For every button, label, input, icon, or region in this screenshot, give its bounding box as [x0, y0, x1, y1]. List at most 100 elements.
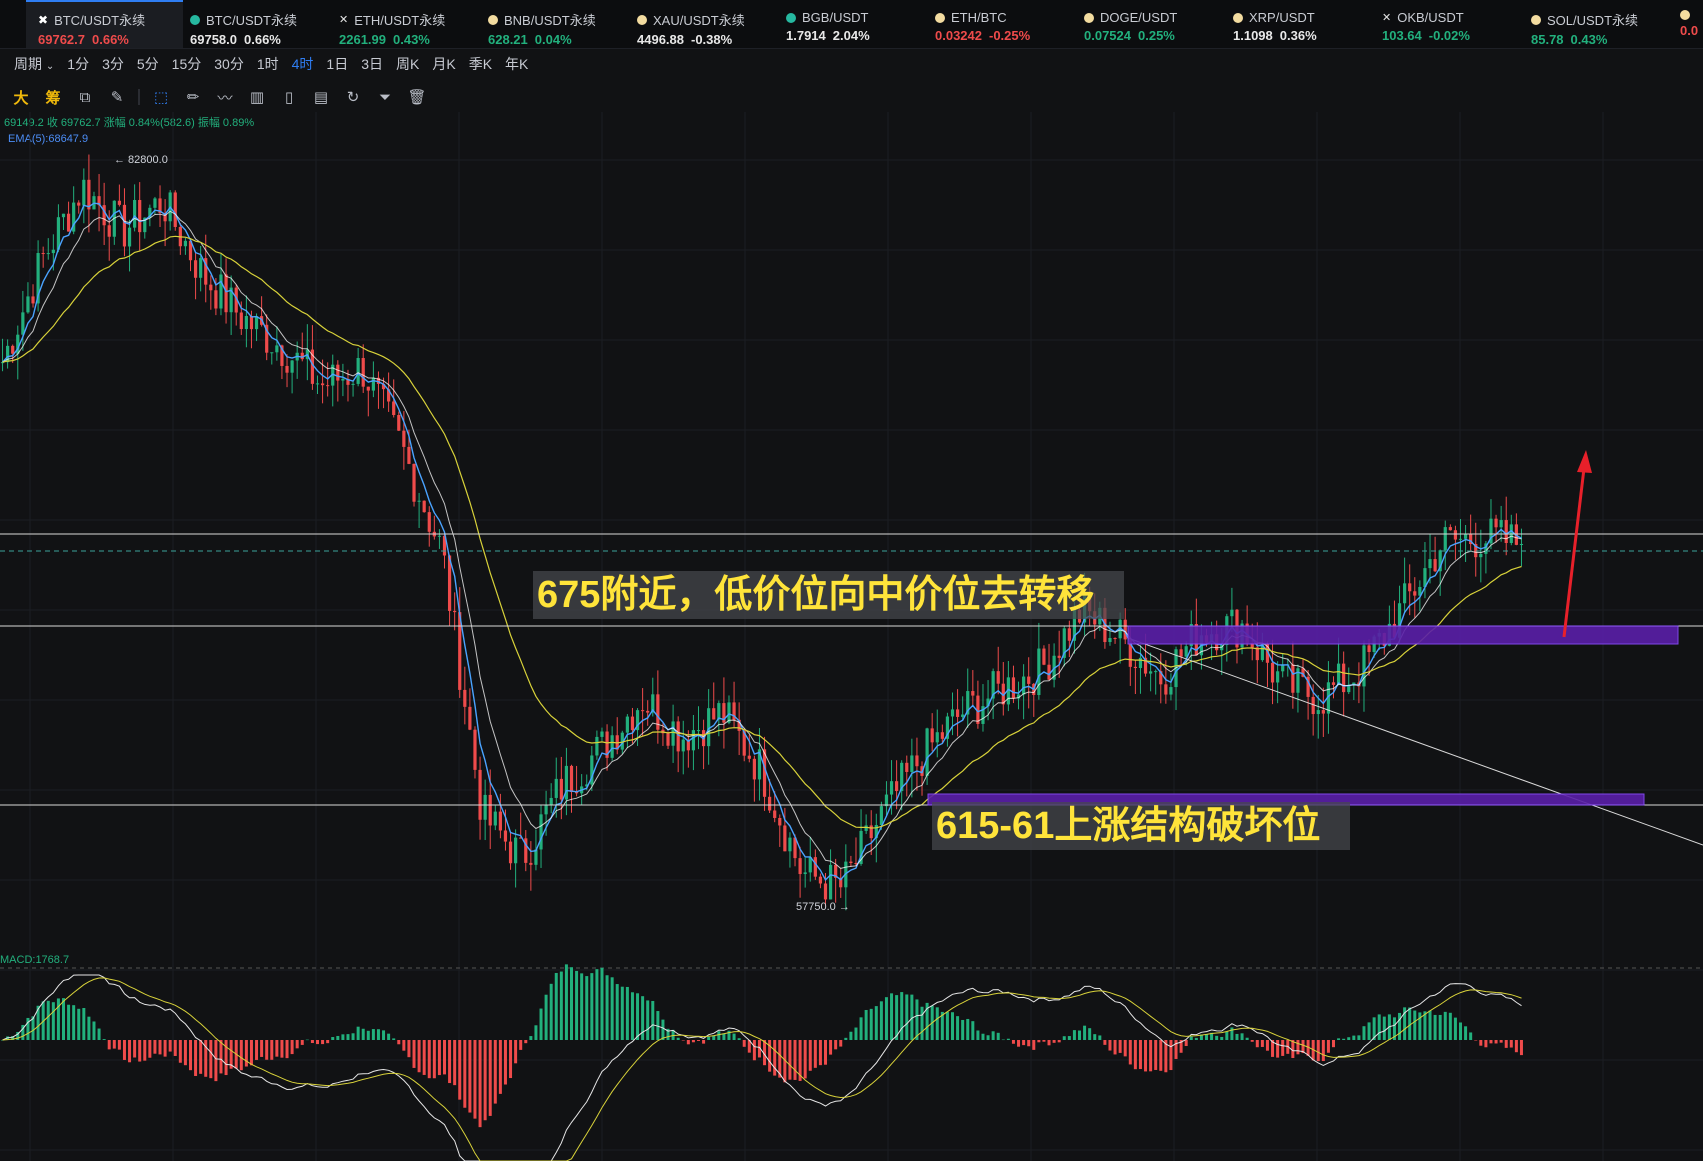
line-draw-icon[interactable]: 〰: [214, 86, 236, 108]
ticker-item[interactable]: ✕ ETH/USDT永续 2261.99 0.43%: [339, 0, 479, 48]
yellow-coin-icon: [1084, 12, 1094, 23]
candle-body: [356, 358, 360, 384]
macd-bar: [341, 1034, 345, 1040]
macd-bar: [1509, 1040, 1513, 1048]
ticker-item[interactable]: XRP/USDT 1.1098 0.36%: [1233, 0, 1373, 48]
macd-bar: [1108, 1040, 1112, 1051]
candle-body: [1321, 710, 1325, 714]
macd-bar: [1342, 1038, 1346, 1040]
ticker-item[interactable]: DOGE/USDT 0.07524 0.25%: [1084, 0, 1224, 48]
macd-bar: [636, 993, 640, 1040]
candle-body: [1270, 662, 1275, 683]
magnet-icon[interactable]: ↻: [342, 86, 364, 108]
macd-bar: [219, 1040, 223, 1074]
macd-bar: [249, 1040, 253, 1066]
macd-bar: [905, 994, 909, 1040]
period-option[interactable]: 4时: [292, 54, 314, 74]
yellow-coin-icon: [1680, 10, 1690, 20]
clipboard-icon[interactable]: ▯: [278, 86, 300, 108]
period-option[interactable]: 15分: [172, 54, 202, 74]
macd-bar: [295, 1040, 299, 1049]
period-option[interactable]: 年K: [505, 54, 528, 74]
price-chart[interactable]: [0, 112, 1703, 1161]
ticker-item[interactable]: ✖ BTC/USDT永续 69762.7 0.66%: [26, 0, 183, 48]
compare-icon[interactable]: ⧉: [74, 86, 96, 108]
macd-bar: [890, 993, 894, 1040]
period-option[interactable]: 1日: [326, 54, 348, 74]
period-option[interactable]: 月K: [432, 54, 455, 74]
macd-bar: [1276, 1040, 1280, 1058]
period-option[interactable]: 5分: [137, 54, 159, 74]
ticker-item[interactable]: BGB/USDT 1.7914 2.04%: [786, 0, 926, 48]
filter-icon[interactable]: ⏷: [374, 86, 396, 108]
ticker-pair-name: ETH/BTC: [951, 10, 1007, 25]
candle-body: [691, 730, 696, 751]
cursor-icon[interactable]: ⬚: [150, 86, 172, 108]
period-dropdown[interactable]: 周期 ⌄: [14, 54, 54, 74]
macd-bar: [62, 998, 65, 1040]
macd-bar: [122, 1040, 126, 1060]
candle-body: [1428, 559, 1432, 569]
period-option[interactable]: 30分: [214, 54, 244, 74]
macd-bar: [1448, 1012, 1452, 1040]
yellow-coin-icon: [1233, 12, 1243, 23]
macd-bar: [194, 1040, 198, 1076]
candle-body: [681, 739, 685, 752]
period-option[interactable]: 季K: [469, 54, 492, 74]
macd-bar: [1504, 1040, 1508, 1048]
candle-body: [1027, 676, 1031, 684]
trash-icon[interactable]: 🗑: [406, 86, 428, 108]
period-option[interactable]: 1时: [257, 54, 279, 74]
macd-bar: [1006, 1038, 1010, 1040]
macd-bar: [1519, 1040, 1523, 1056]
candle-body: [1336, 663, 1341, 685]
macd-bar: [524, 1040, 528, 1044]
pencil-icon[interactable]: ✏: [182, 86, 204, 108]
ticker-pair-name: OKB/USDT: [1397, 10, 1464, 25]
macd-bar: [956, 1016, 960, 1040]
macd-bar: [77, 1008, 81, 1040]
candle-body: [783, 825, 787, 852]
candle-body: [498, 811, 502, 831]
macd-bar: [1215, 1035, 1219, 1040]
indicator-icon[interactable]: ▥: [246, 86, 268, 108]
period-option[interactable]: 3日: [361, 54, 383, 74]
chip-distribution-tool[interactable]: 筹: [42, 86, 64, 108]
candle-body: [473, 729, 477, 770]
ticker-item[interactable]: BTC/USDT永续 69758.0 0.66%: [190, 0, 330, 48]
candle-body: [1448, 527, 1452, 531]
high-price-mark: ← 82800.0: [114, 154, 168, 166]
macd-bar: [1098, 1035, 1102, 1040]
ticker-price: 0.03242: [935, 28, 982, 43]
period-option[interactable]: 1分: [67, 54, 89, 74]
candle-body: [51, 249, 55, 254]
macd-bar: [1438, 1014, 1442, 1040]
ticker-item[interactable]: XAU/USDT永续 4496.88 -0.38%: [637, 0, 777, 48]
candle-body: [11, 345, 15, 354]
big-text-tool[interactable]: 大: [10, 86, 32, 108]
macd-bar: [1047, 1040, 1051, 1046]
note-icon[interactable]: ▤: [310, 86, 332, 108]
x-mark-icon: ✕: [339, 14, 349, 26]
ticker-item[interactable]: ✕ OKB/USDT 103.64 -0.02%: [1382, 0, 1522, 48]
macd-bar: [336, 1035, 340, 1040]
macd-bar: [1362, 1026, 1366, 1040]
period-option[interactable]: 周K: [396, 54, 419, 74]
macd-bar: [976, 1030, 980, 1040]
candle-body: [193, 260, 198, 278]
candle-body: [549, 797, 553, 806]
ticker-item[interactable]: 0.0: [1680, 0, 1703, 48]
macd-bar: [808, 1040, 812, 1071]
period-option[interactable]: 3分: [102, 54, 124, 74]
ticker-price: 103.64: [1382, 28, 1422, 43]
candle-body: [275, 345, 279, 353]
ticker-change: 0.66%: [244, 32, 281, 47]
ticker-item[interactable]: SOL/USDT永续 85.78 0.43%: [1531, 0, 1671, 48]
candle-body: [676, 721, 680, 752]
ticker-item[interactable]: BNB/USDT永续 628.21 0.04%: [488, 0, 628, 48]
macd-bar: [1464, 1026, 1468, 1040]
macd-bar: [473, 1040, 477, 1119]
brush-icon[interactable]: ✎: [106, 86, 128, 108]
candle-body: [641, 710, 645, 712]
ticker-item[interactable]: ETH/BTC 0.03242 -0.25%: [935, 0, 1075, 48]
